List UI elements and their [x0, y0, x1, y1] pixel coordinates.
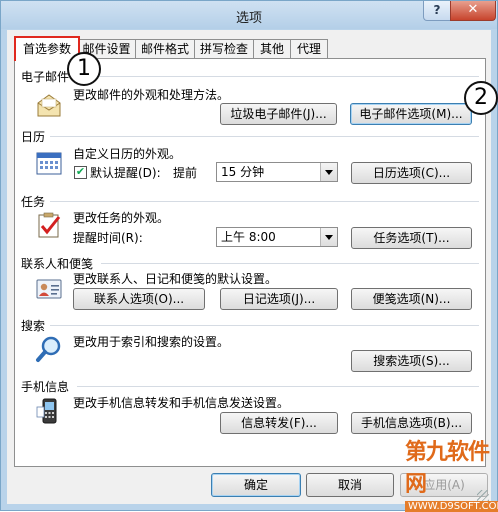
tasks-description: 更改任务的外观。 [73, 211, 170, 225]
notes-options-button[interactable]: 便笺选项(N)... [351, 288, 472, 310]
junk-email-button[interactable]: 垃圾电子邮件(J)... [220, 103, 337, 125]
email-options-button[interactable]: 电子邮件选项(M)... [350, 103, 472, 125]
contact-card-icon [36, 279, 62, 299]
default-reminder-checkbox[interactable]: ✔ [74, 166, 87, 179]
email-section-title: 电子邮件 [21, 70, 70, 84]
mobile-description: 更改手机信息转发和手机信息发送设置。 [73, 396, 290, 410]
contacts-description: 更改联系人、日记和便笺的默认设置。 [73, 272, 278, 286]
email-description: 更改邮件的外观和处理方法。 [73, 88, 230, 102]
watermark-text: 第九软件网 [405, 440, 490, 497]
tab-other[interactable]: 其他 [253, 39, 291, 59]
contact-options-button[interactable]: 联系人选项(O)... [73, 288, 205, 310]
annotation-marker-1: 1 [67, 52, 101, 86]
close-button[interactable]: ✕ [450, 1, 496, 21]
calendar-section-title: 日历 [21, 130, 46, 144]
dialog-client: 首选参数 邮件设置 邮件格式 拼写检查 其他 代理 1 电子邮件 更改邮件的外观… [7, 30, 498, 512]
tab-mail-format[interactable]: 邮件格式 [135, 39, 195, 59]
search-section-title: 搜索 [21, 319, 46, 333]
task-clipboard-icon [38, 212, 61, 238]
cancel-button[interactable]: 取消 [306, 473, 394, 497]
annotation-marker-2: 2 [464, 81, 498, 115]
section-divider [101, 263, 479, 264]
mobile-phone-icon [36, 398, 57, 424]
section-divider [77, 386, 479, 387]
message-forward-button[interactable]: 信息转发(F)... [220, 412, 338, 434]
calendar-options-button[interactable]: 日历选项(C)... [351, 162, 472, 184]
mobile-section-title: 手机信息 [21, 380, 70, 394]
task-options-button[interactable]: 任务选项(T)... [351, 227, 472, 249]
mobile-options-button[interactable]: 手机信息选项(B)... [351, 412, 472, 434]
search-icon [36, 336, 61, 362]
before-label: 提前 [173, 166, 198, 180]
site-watermark: 第九软件网 WWW.D9SOFT.COM [405, 434, 498, 512]
journal-options-button[interactable]: 日记选项(J)... [220, 288, 338, 310]
section-divider [50, 136, 479, 137]
search-options-button[interactable]: 搜索选项(S)... [351, 350, 472, 372]
task-reminder-time-value: 上午 8:00 [221, 230, 276, 244]
ok-button[interactable]: 确定 [211, 473, 301, 497]
watermark-url: WWW.D9SOFT.COM [405, 501, 498, 512]
envelope-icon [37, 94, 61, 117]
tab-spelling[interactable]: 拼写检查 [194, 39, 254, 59]
task-reminder-time-dropdown[interactable]: 上午 8:00 [216, 227, 338, 247]
reminder-time-dropdown[interactable]: 15 分钟 [216, 162, 338, 182]
section-divider [50, 201, 479, 202]
calendar-description: 自定义日历的外观。 [73, 147, 182, 161]
tasks-section-title: 任务 [21, 195, 46, 209]
section-divider [75, 76, 479, 77]
chevron-down-icon[interactable] [320, 228, 337, 246]
calendar-icon [36, 152, 62, 175]
section-divider [50, 325, 479, 326]
chevron-down-icon[interactable] [320, 163, 337, 181]
reminder-time-value: 15 分钟 [221, 165, 265, 179]
default-reminder-label: 默认提醒(D): [90, 166, 161, 180]
search-description: 更改用于索引和搜索的设置。 [73, 335, 230, 349]
options-dialog: 选项 ? ✕ 首选参数 邮件设置 邮件格式 拼写检查 其他 代理 1 电子邮件 … [0, 0, 498, 512]
preferences-panel: 电子邮件 更改邮件的外观和处理方法。 垃圾电子邮件(J)... 电子邮件选项(M… [14, 58, 498, 467]
help-button[interactable]: ? [423, 1, 451, 21]
tab-proxy[interactable]: 代理 [290, 39, 328, 59]
task-reminder-time-label: 提醒时间(R): [73, 231, 143, 245]
title-bar[interactable]: 选项 ? ✕ [1, 1, 497, 29]
